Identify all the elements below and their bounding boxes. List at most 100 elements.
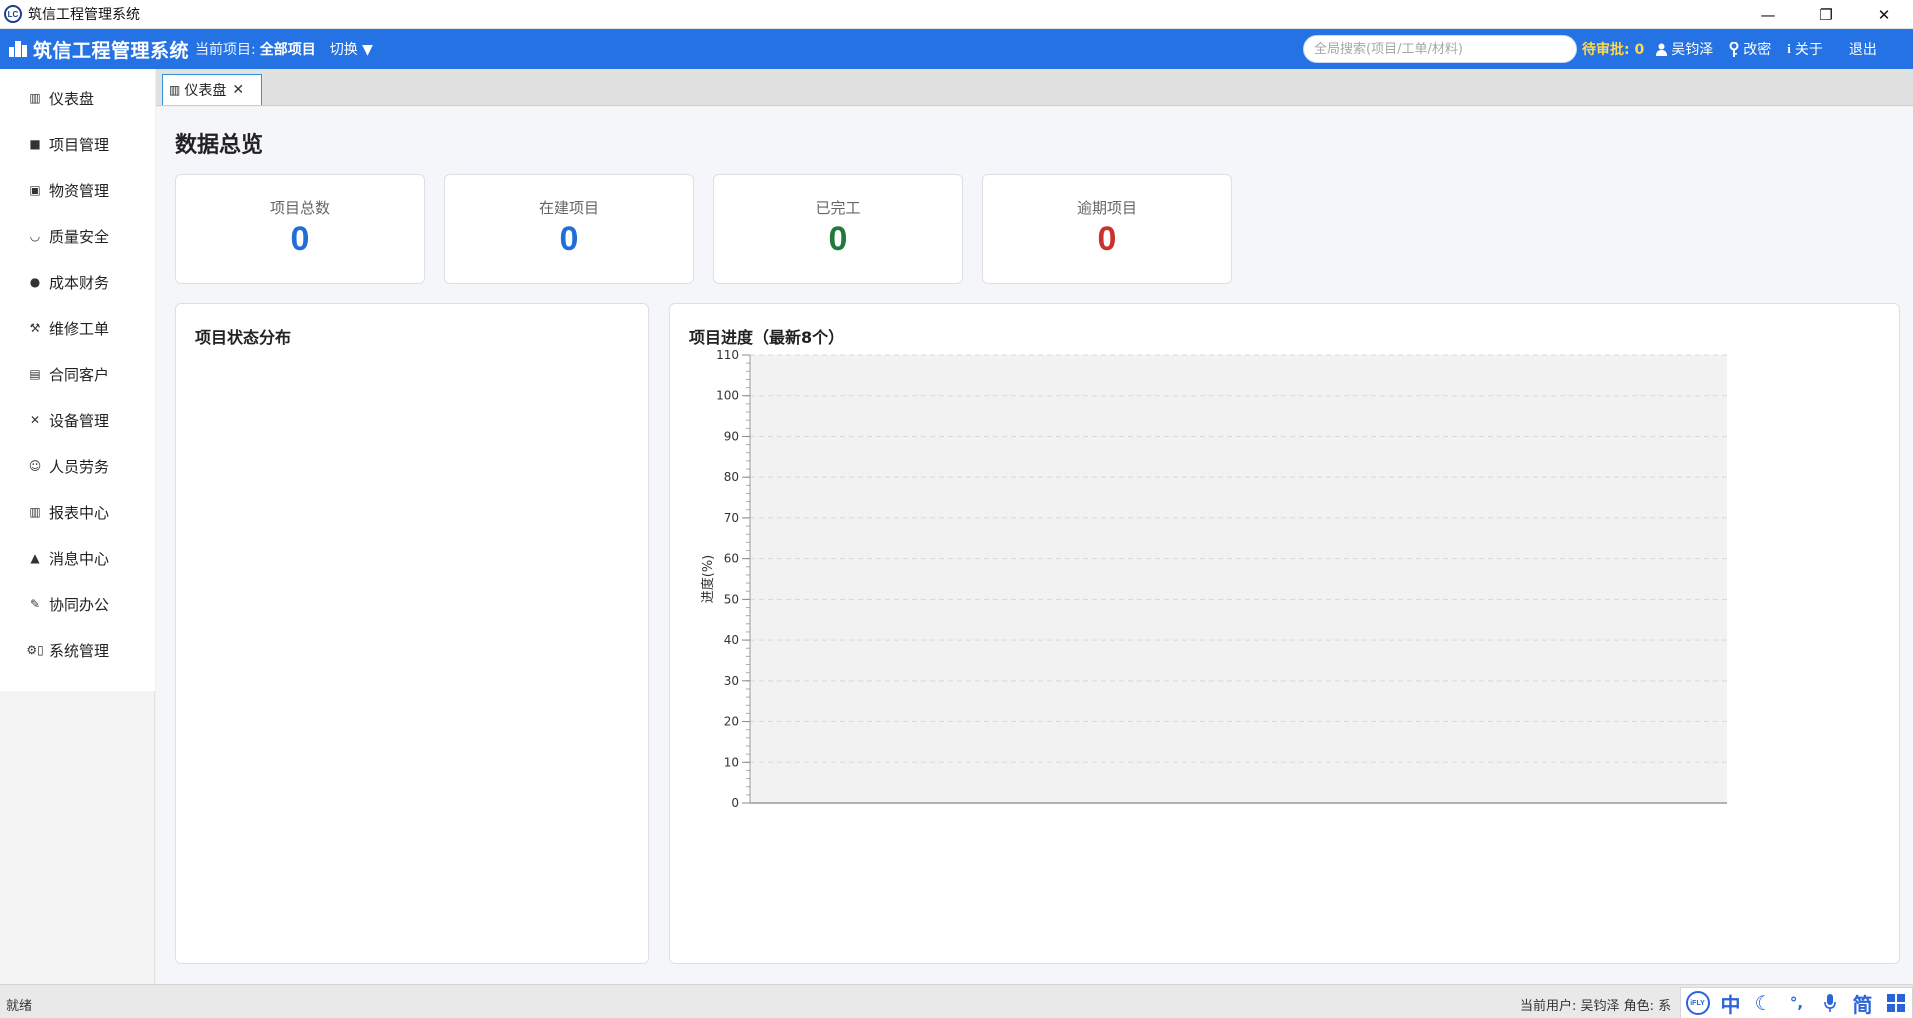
- sidebar: ▥ 仪表盘 ■ 项目管理 ▣ 物资管理 ◡ 质量安全 ● 成本财务 ⚒ 维修工单 ▤ 合同客户 ✕ 设备管理 ☺…: [0, 69, 155, 984]
- stat-label: 逾期项目: [1076, 199, 1137, 217]
- y-tick-label: 60: [724, 552, 739, 566]
- pending-approvals[interactable]: 待审批: 0: [1582, 39, 1644, 59]
- info-icon: i: [1787, 41, 1791, 56]
- stat-value: 0: [1097, 220, 1117, 258]
- y-tick-label: 30: [724, 674, 739, 688]
- tab-dashboard[interactable]: ▥ 仪表盘 ✕: [162, 74, 262, 105]
- y-tick-label: 10: [724, 755, 739, 769]
- plot-area: [750, 355, 1727, 803]
- user-icon: [1656, 43, 1668, 56]
- sidebar-item[interactable]: ◡ 质量安全: [0, 213, 155, 259]
- sidebar-item[interactable]: ■ 项目管理: [0, 121, 155, 167]
- sidebar-item-label: 消息中心: [49, 549, 110, 568]
- sidebar-item-label: 设备管理: [49, 411, 110, 430]
- y-tick-label: 70: [724, 511, 739, 525]
- package-icon: ▣: [29, 183, 41, 197]
- ime-logo-button[interactable]: iFLY: [1681, 988, 1714, 1018]
- sidebar-item[interactable]: ▥ 仪表盘: [0, 75, 155, 121]
- sidebar-item[interactable]: ▣ 物资管理: [0, 167, 155, 213]
- global-search-input[interactable]: [1303, 35, 1577, 63]
- window-controls: — ❐ ✕: [1739, 0, 1913, 29]
- sidebar-item[interactable]: ▥ 报表中心: [0, 489, 155, 535]
- status-user-info: 当前用户: 吴钧泽 角色: 系: [1520, 999, 1672, 1014]
- building-icon: [9, 41, 27, 57]
- ime-mode-button[interactable]: 中: [1714, 988, 1747, 1018]
- simplified-button[interactable]: 简: [1846, 988, 1879, 1018]
- shield-icon: ◡: [29, 229, 41, 243]
- y-tick-label: 50: [724, 592, 739, 606]
- sidebar-menu: ▥ 仪表盘 ■ 项目管理 ▣ 物资管理 ◡ 质量安全 ● 成本财务 ⚒ 维修工单 ▤ 合同客户 ✕ 设备管理 ☺…: [0, 69, 155, 691]
- change-password-button[interactable]: 改密: [1729, 39, 1771, 59]
- stat-card-completed-projects: 已完工 0: [713, 174, 963, 284]
- sidebar-item-label: 成本财务: [49, 273, 110, 292]
- tab-close-icon[interactable]: ✕: [232, 82, 244, 98]
- stat-card-ongoing-projects: 在建项目 0: [444, 174, 694, 284]
- stat-value: 0: [559, 220, 579, 258]
- sidebar-item[interactable]: ⚒ 维修工单: [0, 305, 155, 351]
- about-button[interactable]: i 关于: [1787, 39, 1823, 59]
- sidebar-item-label: 人员劳务: [49, 457, 110, 476]
- worker-icon: ☺: [28, 459, 42, 473]
- sidebar-item[interactable]: ✕ 设备管理: [0, 397, 155, 443]
- sidebar-item[interactable]: ● 成本财务: [0, 259, 155, 305]
- ifly-logo-icon: iFLY: [1685, 991, 1710, 1015]
- microphone-icon[interactable]: [1813, 988, 1846, 1018]
- y-tick-label: 40: [724, 633, 739, 647]
- sidebar-item-label: 协同办公: [49, 595, 110, 614]
- sidebar-item-label: 质量安全: [49, 227, 110, 246]
- stat-label: 在建项目: [538, 199, 599, 217]
- current-project-value: 全部项目: [259, 42, 316, 58]
- sidebar-item[interactable]: ☺ 人员劳务: [0, 443, 155, 489]
- bell-icon: ▲: [30, 551, 40, 565]
- dashboard-icon: ▥: [169, 83, 181, 97]
- dashboard-content: 数据总览 项目总数 0 在建项目 0 已完工 0 逾期项目 0 项目状态分布 项…: [156, 107, 1913, 984]
- y-tick-label: 90: [724, 429, 739, 443]
- edit-icon: ✎: [29, 597, 41, 611]
- money-bag-icon: ●: [29, 275, 41, 289]
- project-progress-panel: 项目进度（最新8个） 0 10 20 30 40 50 60 70 80 90 100 110 进度(…: [669, 303, 1900, 964]
- sidebar-item-label: 系统管理: [49, 641, 110, 660]
- y-axis-label: 进度(%): [700, 555, 716, 604]
- header-actions: 待审批: 0 吴钧泽 改密 i 关于 退出: [1582, 29, 1877, 69]
- sidebar-item-label: 维修工单: [49, 319, 110, 338]
- maximize-button[interactable]: ❐: [1797, 0, 1855, 29]
- stat-card-total-projects: 项目总数 0: [175, 174, 425, 284]
- sidebar-item-label: 仪表盘: [49, 89, 95, 108]
- page-title: 数据总览: [175, 133, 264, 158]
- sidebar-item[interactable]: ▤ 合同客户: [0, 351, 155, 397]
- moon-icon[interactable]: ☾: [1747, 988, 1780, 1018]
- sidebar-item[interactable]: ▲ 消息中心: [0, 535, 155, 581]
- stat-label: 已完工: [815, 199, 861, 217]
- sidebar-item[interactable]: ✎ 协同办公: [0, 581, 155, 627]
- sidebar-item-label: 物资管理: [49, 181, 110, 200]
- stat-value: 0: [828, 220, 848, 258]
- ime-toolbar: iFLY 中 ☾ °, 简: [1680, 987, 1913, 1018]
- app-logo-icon: LC: [4, 5, 22, 23]
- y-tick-label: 100: [716, 389, 739, 403]
- ime-grid-icon[interactable]: [1879, 988, 1912, 1018]
- tab-label: 仪表盘: [184, 83, 227, 99]
- window-title: 筑信工程管理系统: [28, 7, 140, 23]
- minimize-button[interactable]: —: [1739, 0, 1797, 29]
- switch-project-button[interactable]: 切换 ▼: [330, 39, 373, 59]
- document-icon: ▤: [29, 367, 41, 381]
- logout-label: 退出: [1848, 42, 1877, 58]
- y-tick-label: 110: [716, 348, 739, 362]
- sidebar-item-label: 报表中心: [49, 503, 110, 522]
- status-ready: 就绪: [6, 999, 33, 1014]
- settings-icon: ⚙▯: [26, 643, 44, 657]
- progress-chart: 0 10 20 30 40 50 60 70 80 90 100 110 进度(%): [700, 348, 1727, 810]
- current-project-label: 当前项目:: [195, 42, 256, 58]
- app-header: 筑信工程管理系统 当前项目: 全部项目 切换 ▼ 待审批: 0 吴钧泽 改密 i…: [0, 29, 1913, 69]
- sidebar-item[interactable]: ⚙▯ 系统管理: [0, 627, 155, 673]
- window-titlebar: LC 筑信工程管理系统 — ❐ ✕: [0, 0, 1913, 29]
- current-user[interactable]: 吴钧泽: [1656, 39, 1713, 59]
- report-icon: ▥: [29, 505, 41, 519]
- stat-card-overdue-projects: 逾期项目 0: [982, 174, 1232, 284]
- change-password-label: 改密: [1743, 42, 1772, 58]
- logout-button[interactable]: 退出: [1849, 39, 1877, 59]
- close-button[interactable]: ✕: [1855, 0, 1913, 29]
- y-tick-label: 80: [724, 470, 739, 484]
- user-name: 吴钧泽: [1671, 42, 1714, 58]
- punctuation-icon[interactable]: °,: [1780, 988, 1813, 1018]
